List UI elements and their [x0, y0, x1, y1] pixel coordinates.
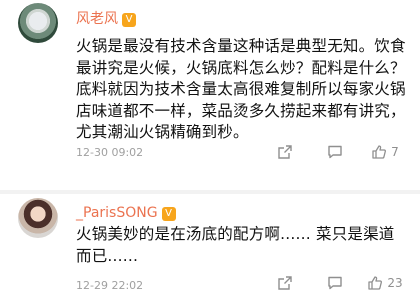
share-icon: [278, 145, 292, 159]
share-button[interactable]: [260, 272, 310, 294]
avatar[interactable]: [18, 3, 58, 43]
username-label[interactable]: 风老风: [76, 11, 118, 27]
comment-card: 风老风 V 火锅是最没有技术含量这种话是典型无知。饮食最讲究是火候，火锅底料怎么炒…: [0, 0, 420, 190]
comment-icon: [328, 145, 342, 159]
like-button[interactable]: 23: [360, 272, 410, 294]
username-label[interactable]: _ParisSONG: [76, 205, 158, 221]
comment-actions: 7: [260, 141, 410, 163]
comment-text: 火锅是最没有技术含量这种话是典型无知。饮食最讲究是火候，火锅底料怎么炒？配料是什…: [76, 37, 406, 141]
share-button[interactable]: [260, 141, 310, 163]
share-icon: [278, 276, 292, 290]
comment-text: 火锅美妙的是在汤底的配方啊...... 菜只是渠道而已......: [76, 225, 395, 265]
thumbs-up-icon: [372, 145, 387, 159]
comment-button[interactable]: [310, 272, 360, 294]
vip-badge-icon: V: [122, 13, 136, 27]
comment-button[interactable]: [310, 141, 360, 163]
comment-username[interactable]: 风老风 V: [76, 8, 136, 28]
comment-actions: 23: [260, 272, 410, 294]
comment-timestamp: 12-30 09:02: [76, 146, 144, 159]
like-count: 23: [387, 276, 403, 290]
comment-icon: [328, 276, 342, 290]
vip-badge-icon: V: [161, 207, 176, 221]
like-count: 7: [391, 145, 399, 159]
comment-timestamp: 12-29 22:02: [76, 279, 144, 292]
thumbs-up-icon: [368, 276, 383, 290]
like-button[interactable]: 7: [360, 141, 410, 163]
comment-username[interactable]: _ParisSONG V: [76, 205, 176, 221]
comment-card: _ParisSONG V 火锅美妙的是在汤底的配方啊...... 菜只是渠道而已.…: [0, 194, 420, 301]
avatar[interactable]: [18, 198, 58, 238]
